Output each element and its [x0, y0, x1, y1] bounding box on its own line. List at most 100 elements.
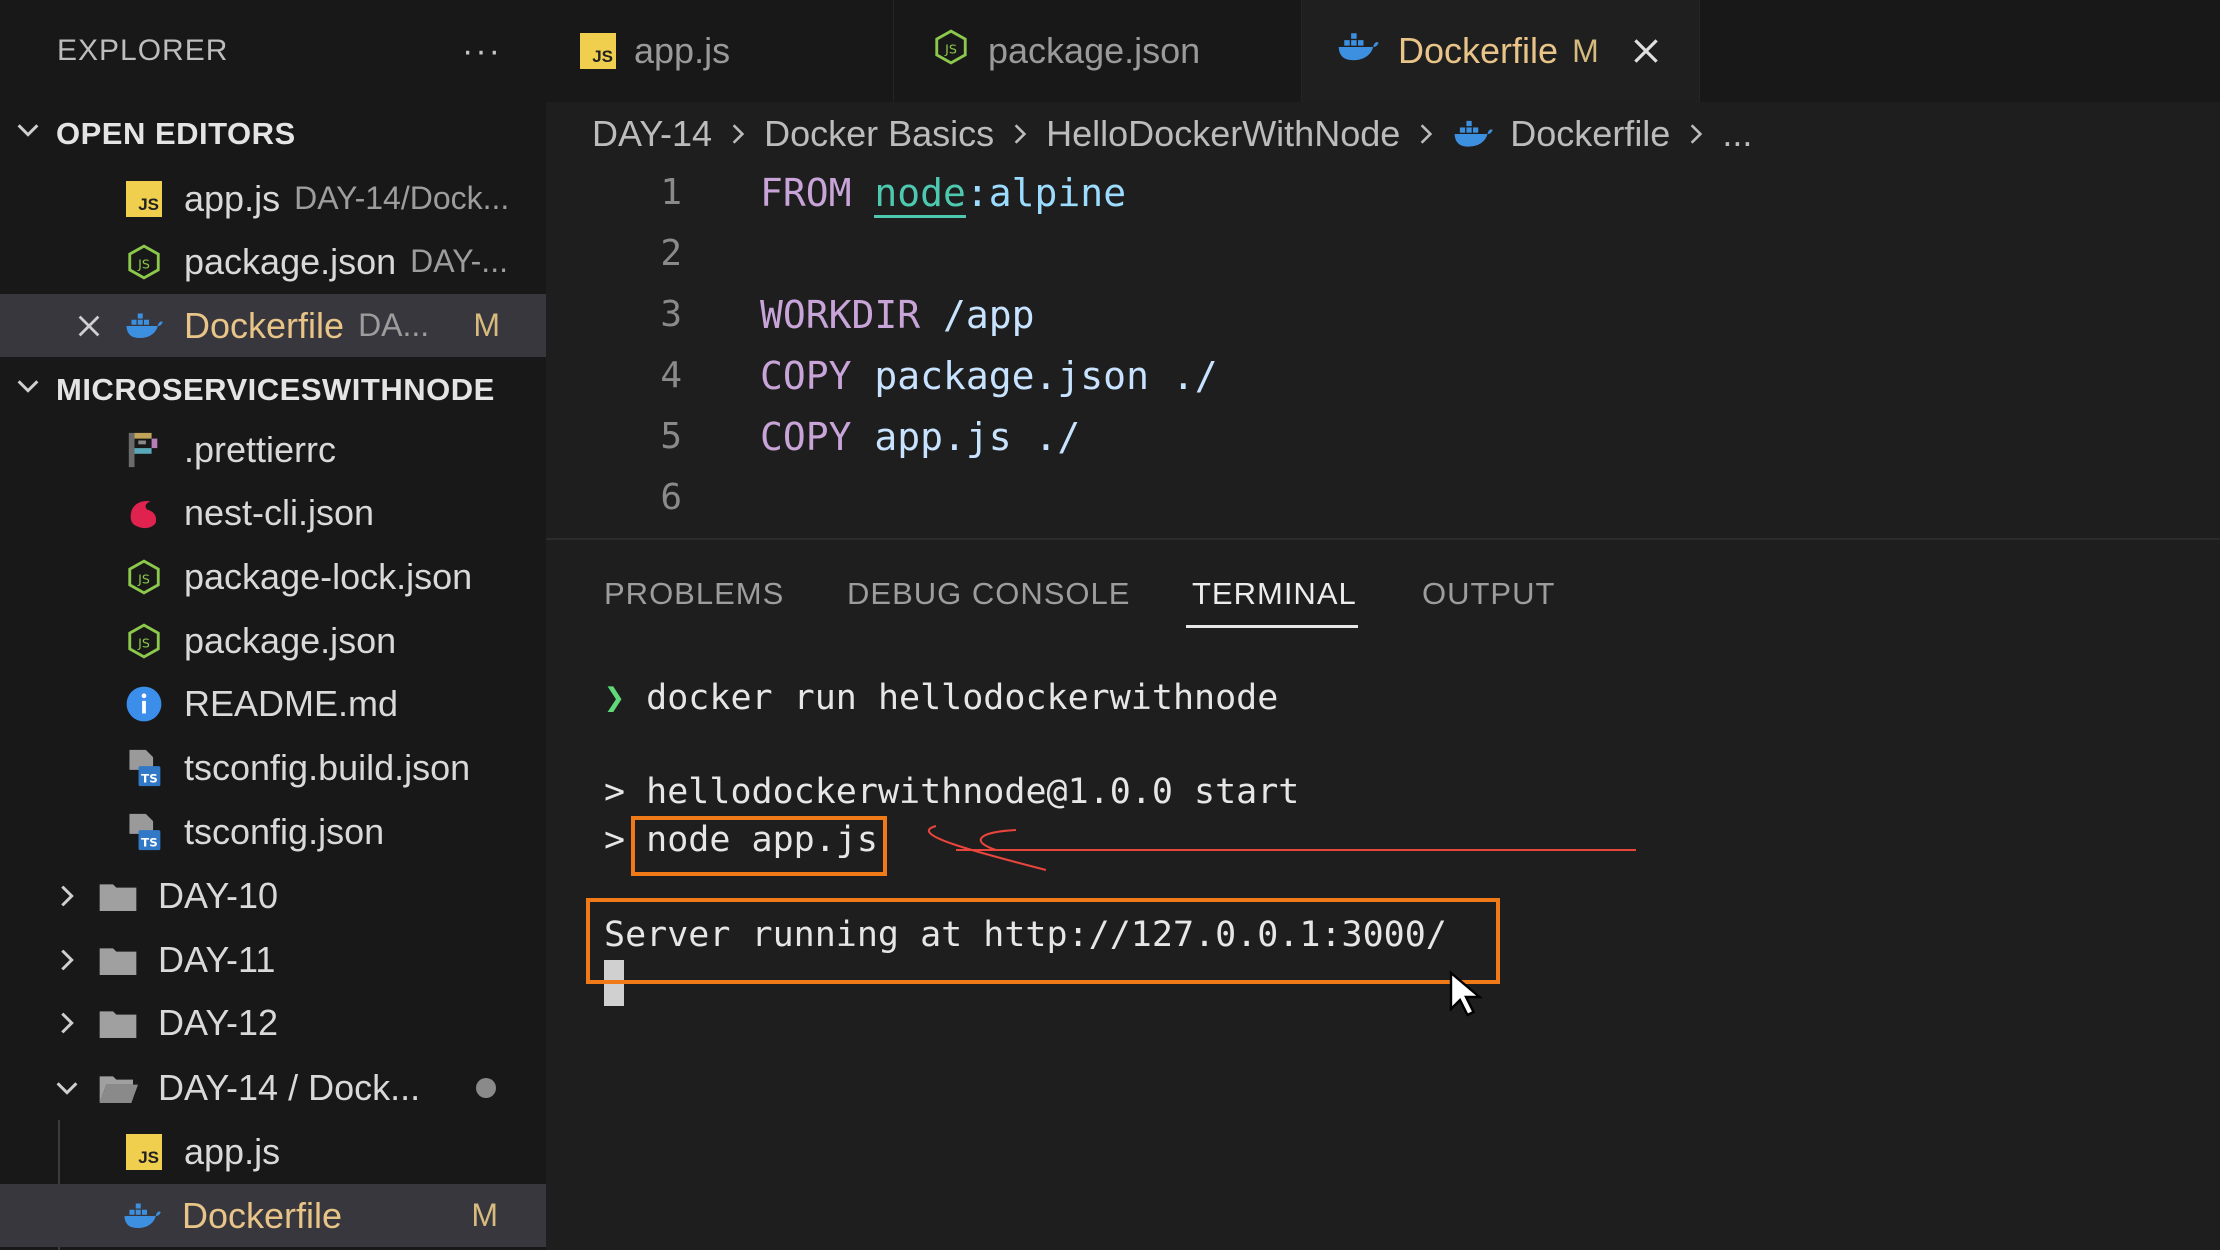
svg-text:JS: JS — [137, 256, 150, 271]
annotation-arrow-icon — [927, 825, 1636, 871]
modified-badge: M — [1572, 32, 1599, 69]
open-editors-header[interactable]: OPEN EDITORS — [0, 104, 546, 164]
chevron-right-icon — [732, 124, 745, 144]
active-tab-indicator — [1186, 625, 1358, 628]
tab-output[interactable]: OUTPUT — [1422, 576, 1555, 612]
chevron-down-icon — [0, 371, 56, 409]
nodejs-icon: JS — [932, 28, 970, 75]
file-item-active[interactable]: Dockerfile M — [0, 1184, 546, 1247]
tab-package-json[interactable]: JS package.json — [894, 0, 1302, 102]
modified-badge: M — [471, 1197, 498, 1233]
docker-icon — [1452, 118, 1494, 150]
output-prefix: > — [604, 820, 626, 860]
file-item[interactable]: nest-cli.json — [0, 481, 546, 544]
folder-label: DAY-14 / Dock... — [158, 1066, 421, 1108]
close-icon[interactable] — [1629, 34, 1663, 68]
file-item[interactable]: JS package.json — [0, 609, 546, 672]
chevron-down-icon — [56, 1081, 78, 1095]
close-icon[interactable] — [74, 311, 104, 341]
open-editor-path: DAY-... — [410, 243, 508, 279]
tab-label: package.json — [988, 30, 1201, 71]
code-line: 1 FROM node:alpine — [546, 162, 1126, 223]
file-item[interactable]: JS app.js — [0, 1120, 546, 1183]
open-editors-title: OPEN EDITORS — [56, 116, 296, 151]
folder-label: DAY-11 — [158, 938, 276, 980]
explorer-sidebar: EXPLORER ··· OPEN EDITORS JS app.js DAY-… — [0, 0, 546, 1250]
modified-dot-icon — [476, 1077, 496, 1098]
breadcrumb-item[interactable]: DAY-14 — [592, 113, 712, 155]
svg-text:JS: JS — [944, 41, 957, 56]
more-actions-icon[interactable]: ··· — [462, 34, 502, 68]
folder-icon — [98, 876, 138, 916]
file-label: README.md — [184, 682, 399, 724]
highlight-box — [631, 816, 887, 876]
folder-icon — [98, 1003, 138, 1043]
js-file-icon: JS — [124, 1132, 164, 1172]
svg-text:TS: TS — [141, 835, 158, 849]
file-label: nest-cli.json — [184, 491, 375, 533]
file-item[interactable]: JS package-lock.json — [0, 545, 546, 608]
tab-problems[interactable]: PROBLEMS — [604, 576, 784, 612]
workspace-header[interactable]: MICROSERVICESWITHNODE — [0, 360, 546, 420]
bottom-panel: PROBLEMS DEBUG CONSOLE TERMINAL OUTPUT ❯… — [546, 538, 2220, 1250]
file-item[interactable]: TS tsconfig.build.json — [0, 736, 546, 799]
folder-item[interactable]: DAY-11 — [0, 928, 546, 991]
folder-item-expanded[interactable]: DAY-14 / Dock... — [0, 1056, 546, 1119]
line-number: 1 — [660, 172, 682, 213]
line-number: 3 — [660, 294, 682, 335]
image-name: node — [874, 170, 966, 218]
open-editor-label: Dockerfile — [184, 304, 345, 346]
folder-item[interactable]: DAY-10 — [0, 864, 546, 927]
breadcrumb-item[interactable]: ... — [1722, 113, 1752, 155]
file-item[interactable]: .prettierrc — [0, 418, 546, 481]
chevron-right-icon — [61, 949, 74, 970]
tab-debug-console[interactable]: DEBUG CONSOLE — [847, 576, 1130, 612]
keyword: WORKDIR — [760, 292, 921, 337]
code-line: 4 COPY package.json ./ — [546, 345, 1217, 406]
tab-label: app.js — [634, 30, 731, 71]
breadcrumb: DAY-14 Docker Basics HelloDockerWithNode… — [592, 108, 1752, 160]
breadcrumb-item[interactable]: HelloDockerWithNode — [1046, 113, 1400, 155]
explorer-header: EXPLORER ··· — [0, 0, 546, 102]
file-label: .prettierrc — [184, 428, 337, 470]
code-editor[interactable]: 1 FROM node:alpine 2 3 WORKDIR /app 4 CO… — [546, 160, 2220, 538]
output-text: hellodockerwithnode@1.0.0 start — [646, 772, 1300, 812]
info-icon — [124, 684, 164, 724]
chevron-down-icon — [0, 115, 56, 153]
open-editor-item[interactable]: JS package.json DAY-... — [0, 230, 546, 293]
line-number: 2 — [660, 233, 682, 274]
argument: /app — [943, 292, 1035, 337]
chevron-right-icon — [1691, 124, 1703, 144]
docker-icon — [124, 306, 164, 346]
docker-icon — [122, 1196, 162, 1236]
nodejs-icon: JS — [124, 557, 164, 597]
tab-app-js[interactable]: JS app.js — [546, 0, 894, 102]
tab-dockerfile[interactable]: Dockerfile M — [1302, 0, 1700, 102]
file-item[interactable]: TS tsconfig.json — [0, 800, 546, 863]
chevron-right-icon — [61, 1012, 74, 1033]
prettier-icon — [124, 430, 164, 470]
breadcrumb-item[interactable]: Docker Basics — [764, 113, 994, 155]
svg-text:JS: JS — [137, 635, 150, 650]
terminal-command-line: ❯ docker run hellodockerwithnode — [604, 678, 1278, 718]
mouse-pointer-icon — [1449, 970, 1483, 1017]
file-label: package-lock.json — [184, 555, 473, 597]
open-editor-item[interactable]: JS app.js DAY-14/Dock... — [0, 167, 546, 230]
highlight-box — [586, 898, 1500, 984]
svg-text:TS: TS — [141, 771, 158, 785]
open-editor-path: DAY-14/Dock... — [294, 180, 510, 216]
folder-label: DAY-10 — [158, 874, 279, 916]
file-item[interactable]: README.md — [0, 672, 546, 735]
chevron-right-icon — [1420, 124, 1433, 144]
open-editor-item-active[interactable]: Dockerfile DA... M — [0, 294, 546, 357]
explorer-title: EXPLORER — [57, 34, 229, 67]
breadcrumb-item[interactable]: Dockerfile — [1510, 113, 1670, 155]
folder-item[interactable]: DAY-12 — [0, 991, 546, 1054]
terminal-output-line: > hellodockerwithnode@1.0.0 start — [604, 772, 1299, 812]
tab-terminal[interactable]: TERMINAL — [1192, 576, 1357, 612]
open-editor-label: app.js — [184, 177, 281, 219]
file-label: package.json — [184, 619, 397, 661]
keyword: COPY — [760, 414, 852, 459]
tsconfig-icon: TS — [124, 812, 164, 852]
editor-tabs: JS app.js JS package.json Dockerfile M — [546, 0, 2220, 102]
